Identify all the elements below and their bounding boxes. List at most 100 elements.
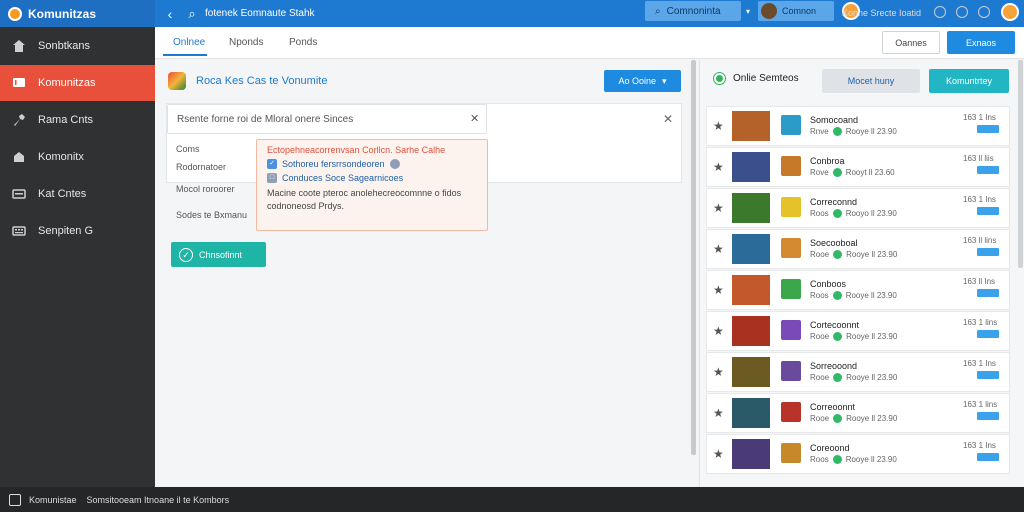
settings-icon[interactable]	[934, 6, 946, 18]
right-scrollbar[interactable]	[1018, 60, 1023, 268]
server-meta: Roos Rooyo ll 23.90	[810, 209, 897, 218]
sidebar-item-communities[interactable]: Komunitzas	[0, 65, 155, 101]
tab-online[interactable]: Onlnee	[173, 37, 205, 48]
online-icon	[832, 168, 842, 177]
globe-icon[interactable]	[978, 6, 990, 18]
member-count: 163 ll Ins	[963, 277, 996, 286]
server-icon	[781, 238, 801, 258]
form-label: Sodes te Bxmanu	[176, 210, 248, 220]
server-title: Conboos	[810, 279, 847, 289]
meta-prefix: Rooe	[810, 373, 830, 382]
primary-button[interactable]: Exnaos	[947, 31, 1015, 54]
server-title: Soecooboal	[810, 238, 858, 248]
list-item[interactable]: ★ Coreoond Roos Rooye ll 23.90 163 1 Ins	[706, 434, 1010, 474]
meta-prefix: Roos	[810, 209, 829, 218]
join-tag[interactable]	[977, 453, 999, 461]
online-icon	[832, 127, 842, 136]
sidebar-item-community-home[interactable]: Komonitx	[0, 139, 155, 175]
star-icon[interactable]: ★	[713, 201, 724, 215]
list-item[interactable]: ★ Correconnd Roos Rooyo ll 23.90 163 1 Ins	[706, 188, 1010, 228]
clear-icon[interactable]: ✕	[470, 112, 479, 125]
member-count: 163 ll liis	[963, 154, 994, 163]
filter-button[interactable]: Mocet huny	[822, 69, 920, 93]
list-item[interactable]: ★ Somocoand Rnve Rooye ll 23.90 163 1 Ins	[706, 106, 1010, 146]
checkbox-icon[interactable]: ✓	[267, 159, 277, 169]
popover-option[interactable]: ✓ Sothoreu fersrrsondeoren	[267, 159, 477, 169]
close-icon[interactable]: ✕	[663, 112, 673, 126]
star-icon[interactable]: ★	[713, 447, 724, 461]
star-icon[interactable]: ★	[713, 242, 724, 256]
server-thumbnail	[732, 111, 770, 141]
join-tag[interactable]	[977, 330, 999, 338]
list-item[interactable]: ★ Correoonnt Rooe Rooye ll 23.90 163 1 lins	[706, 393, 1010, 433]
form-label: Rodornatoer	[176, 162, 227, 172]
refresh-icon[interactable]	[956, 6, 968, 18]
server-title: Correconnd	[810, 197, 858, 207]
list-item[interactable]: ★ Conbroa Rove Rooyt ll 23.60 163 ll liis	[706, 147, 1010, 187]
search-icon: ⌕	[655, 5, 661, 17]
member-count: 163 1 Ins	[963, 113, 996, 122]
server-icon	[781, 361, 801, 381]
list-item[interactable]: ★ Soecooboal Rooe Rooye ll 23.90 163 ll lins	[706, 229, 1010, 269]
star-icon[interactable]: ★	[713, 365, 724, 379]
join-tag[interactable]	[977, 166, 999, 174]
sidebar-item-home[interactable]: Sonbtkans	[0, 28, 155, 64]
join-tag[interactable]	[977, 248, 999, 256]
meta-prefix: Rnve	[810, 127, 829, 136]
list-item[interactable]: ★ Cortecoonnt Rooe Rooye ll 23.90 163 1 lins	[706, 311, 1010, 351]
app-logo[interactable]: Komunitzas	[0, 0, 155, 27]
popover-option[interactable]: □ Conduces Soce Sagearnicoes	[267, 173, 477, 183]
meta-prefix: Roos	[810, 291, 829, 300]
star-icon[interactable]: ★	[713, 406, 724, 420]
join-tag[interactable]	[977, 207, 999, 215]
top-search-button[interactable]: ⌕ Comnoninta	[645, 1, 741, 21]
user-menu-button[interactable]: Comnon	[758, 1, 834, 21]
list-item[interactable]: ★ Sorreooond Rooe Rooye ll 23.90 163 1 Ins	[706, 352, 1010, 392]
star-icon[interactable]: ★	[713, 119, 724, 133]
server-thumbnail	[732, 152, 770, 182]
tab-nponds[interactable]: Nponds	[229, 37, 263, 48]
status-right-text: Konne Srecte Ioatid	[842, 8, 922, 18]
tab-ponds[interactable]: Ponds	[289, 37, 317, 48]
wrench-icon	[14, 114, 25, 126]
online-icon	[832, 455, 842, 464]
confirm-button[interactable]: ✓ Chnsofinnt	[171, 242, 266, 267]
sidebar-item-label: Kat Cntes	[38, 188, 87, 200]
server-icon	[781, 197, 801, 217]
server-meta: Rooe Rooye ll 23.90	[810, 414, 897, 423]
community-button[interactable]: Komuntrtey	[929, 69, 1009, 93]
community-avatar	[168, 72, 186, 90]
secondary-button[interactable]: Oannes	[882, 31, 940, 54]
dropdown-button[interactable]: Ao Ooine ▾	[604, 70, 681, 92]
join-tag[interactable]	[977, 412, 999, 420]
status-text: Somsitooeam Itnoane il te Kombors	[86, 494, 230, 505]
house-icon	[14, 152, 24, 162]
online-icon	[833, 332, 843, 341]
join-tag[interactable]	[977, 125, 999, 133]
join-tag[interactable]	[977, 371, 999, 379]
checkbox-icon[interactable]: □	[267, 173, 277, 183]
chevron-down-icon: ▾	[662, 75, 667, 86]
page-title: Roca Kes Cas te Vonumite	[196, 75, 328, 87]
server-title: Correoonnt	[810, 402, 856, 412]
list-icon	[12, 189, 26, 199]
chat-icon	[13, 78, 25, 87]
star-icon[interactable]: ★	[713, 324, 724, 338]
star-icon[interactable]: ★	[713, 160, 724, 174]
back-icon[interactable]: ‹	[159, 6, 181, 22]
sidebar-item-settings[interactable]: Senpiten G	[0, 213, 155, 249]
join-tag[interactable]	[977, 289, 999, 297]
meta-text: Rooyt ll 23.60	[845, 168, 895, 177]
sidebar-item-lists[interactable]: Kat Cntes	[0, 176, 155, 212]
chevron-down-icon[interactable]: ▾	[746, 7, 750, 16]
sidebar-item-tools[interactable]: Rama Cnts	[0, 102, 155, 138]
breadcrumb: fotenek Eomnaute Stahk	[205, 8, 315, 19]
server-icon	[781, 279, 801, 299]
star-icon[interactable]: ★	[713, 283, 724, 297]
avatar[interactable]	[1001, 3, 1019, 21]
search-input[interactable]: Rsente forne roi de Mloral onere Sinces	[167, 104, 487, 134]
main-scrollbar[interactable]	[691, 60, 696, 455]
list-item[interactable]: ★ Conboos Roos Rooye ll 23.90 163 ll Ins	[706, 270, 1010, 310]
search-icon[interactable]: ⌕	[181, 6, 203, 22]
top-search-label: Comnoninta	[666, 5, 721, 17]
